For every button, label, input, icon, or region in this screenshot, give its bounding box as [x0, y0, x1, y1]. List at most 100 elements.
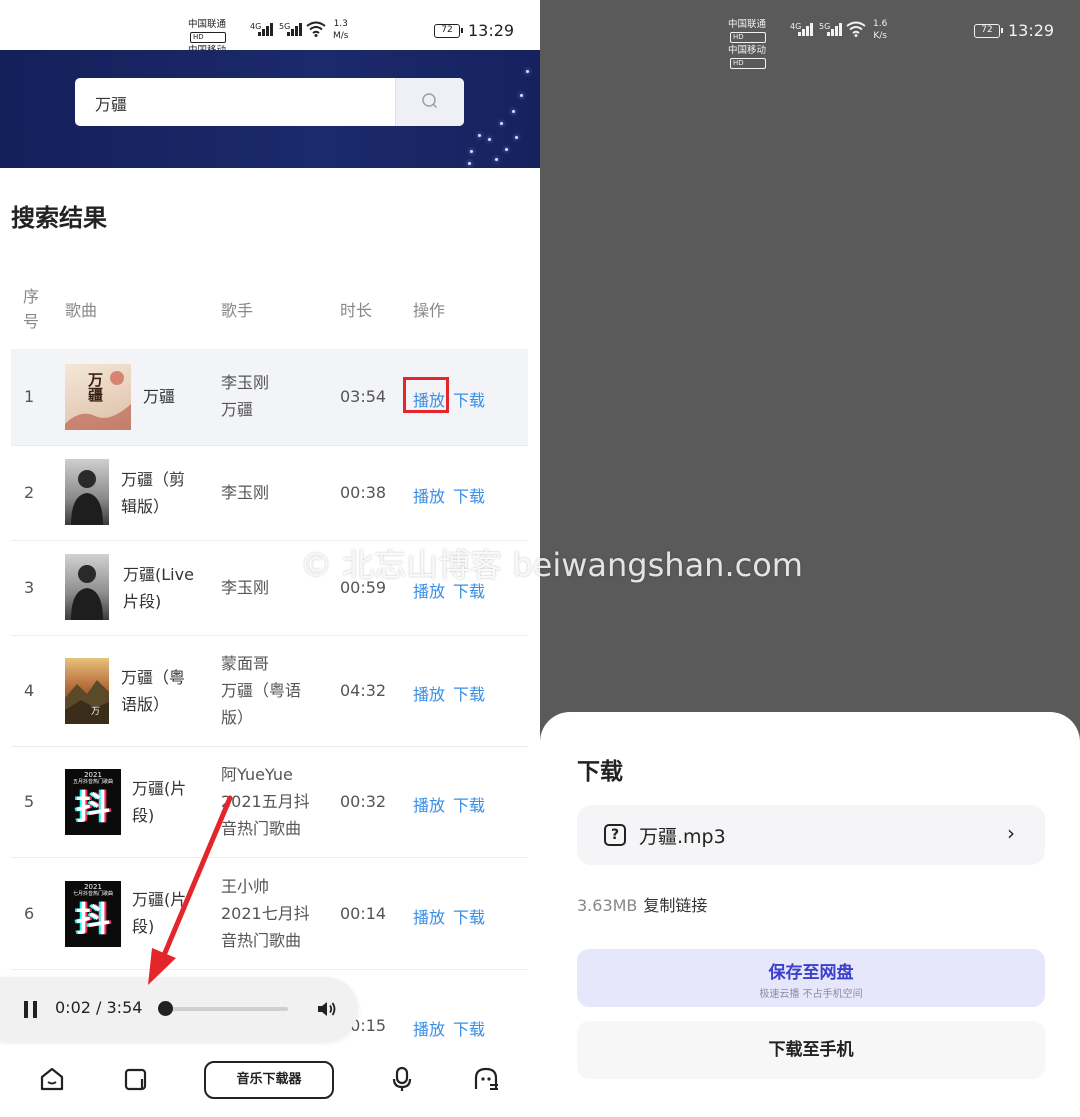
table-row: 1 万疆 万疆 李玉刚 万疆 03:54 播放 下载: [11, 349, 528, 446]
search-box[interactable]: 万疆: [75, 78, 464, 126]
artist-silhouette: [71, 470, 103, 525]
header-action: 操作: [413, 301, 446, 320]
album-cover-year: 2021: [84, 883, 102, 891]
header-song: 歌曲: [65, 301, 98, 320]
carrier-info: 中国联通 HD 中国移动 HD: [728, 17, 767, 69]
download-sheet: 下载 ? 万疆.mp3 › 3.63MB 复制链接 保存至网盘 极速云播 不占手机…: [540, 712, 1080, 1117]
album-cover-title: 万疆: [86, 372, 104, 402]
signal-icon: [827, 22, 845, 36]
play-button[interactable]: 播放: [413, 681, 445, 705]
download-button[interactable]: 下载: [453, 1016, 485, 1040]
hd-badge: HD: [190, 32, 227, 43]
screenshot: 中国联通HD 中国移动HD 4G 5G 1.3M/s 72 13:29: [0, 0, 1080, 1117]
wifi-icon: [846, 21, 866, 37]
duration: 00:32: [340, 792, 387, 811]
carrier-name: 中国联通: [188, 19, 227, 30]
search-icon: [422, 93, 438, 109]
clock: 13:29: [1008, 21, 1055, 40]
song-title: 万疆(Live 片段): [123, 565, 194, 611]
speed-unit: M/s: [333, 31, 349, 41]
page-title: 搜索结果: [11, 204, 107, 232]
home-icon[interactable]: [38, 1065, 66, 1093]
music-downloader-button[interactable]: 音乐下载器: [204, 1061, 334, 1099]
album-cover-year: 2021: [84, 771, 102, 779]
artist-photo: [65, 459, 109, 525]
header-index: 序号: [23, 287, 40, 331]
album-cover-subtitle: 五月抖音热门歌曲: [72, 779, 113, 785]
play-button[interactable]: 播放: [413, 483, 445, 507]
table-row: 5 2021 五月抖音热门歌曲 抖 万疆(片 段) 阿YueYue 2021五月抖音…: [11, 747, 528, 858]
download-button[interactable]: 下载: [453, 681, 485, 705]
header-duration: 时长: [340, 301, 373, 320]
download-button[interactable]: 下载: [453, 387, 485, 411]
progress-track[interactable]: [160, 1007, 288, 1011]
artist-silhouette: [71, 565, 103, 620]
download-button[interactable]: 下载: [453, 904, 485, 928]
song-title: 万疆（粤 语版）: [121, 668, 186, 714]
table-row: 2 万疆（剪 辑版） 李玉刚 00:38 播放 下载: [11, 446, 528, 541]
search-input[interactable]: 万疆: [95, 91, 127, 115]
play-button[interactable]: 播放: [413, 904, 445, 928]
header-singer: 歌手: [221, 301, 254, 320]
download-button[interactable]: 下载: [453, 792, 485, 816]
hd-badge: HD: [730, 32, 767, 43]
copy-link-button[interactable]: 复制链接: [643, 896, 707, 915]
table-row: 4 万 万疆（粤 语版） 蒙面哥 万疆（粤语 版） 04:32 播放 下载: [11, 636, 528, 747]
watermark: © 北忘山博客 beiwangshan.com: [300, 546, 803, 584]
table-header: 序号 歌曲 歌手 时长 操作: [11, 280, 528, 348]
speed-value: 1.6: [873, 19, 888, 29]
file-size: 3.63MB: [577, 896, 638, 915]
clock: 13:29: [468, 21, 515, 40]
download-to-phone-button[interactable]: 下载至手机: [577, 1021, 1045, 1079]
duration: 00:14: [340, 904, 387, 923]
singer-name: 蒙面哥 万疆（粤语 版）: [221, 654, 302, 727]
album-cover-subtitle: 七月抖音热门歌曲: [72, 891, 113, 897]
signal-icon: [798, 22, 816, 36]
save-to-cloud-button[interactable]: 保存至网盘 极速云播 不占手机空间: [577, 949, 1045, 1007]
album-art: [65, 680, 109, 724]
carrier-name: 中国联通: [728, 19, 767, 30]
duration: 04:32: [340, 681, 387, 700]
tabs-icon[interactable]: [122, 1065, 150, 1093]
play-button[interactable]: 播放: [413, 792, 445, 816]
battery-icon: 72: [974, 24, 1003, 38]
volume-icon[interactable]: [316, 999, 338, 1019]
battery-icon: 72: [434, 24, 463, 38]
file-item[interactable]: ? 万疆.mp3 ›: [577, 805, 1045, 865]
red-arrow-annotation: [148, 795, 233, 985]
carrier-name: 中国移动: [728, 45, 767, 56]
song-title: 万疆: [143, 387, 176, 406]
album-cover-char: 抖: [76, 788, 110, 828]
status-bar: 中国联通HD 中国移动HD 4G 5G 1.3M/s 72 13:29: [0, 0, 540, 69]
unknown-file-icon: ?: [604, 824, 626, 846]
duration: 00:38: [340, 483, 387, 502]
pause-icon[interactable]: [24, 1001, 38, 1018]
speed-value: 1.3: [333, 19, 348, 29]
download-button[interactable]: 下载: [453, 483, 485, 507]
row-number: 2: [24, 483, 35, 502]
play-button[interactable]: 播放: [413, 1016, 445, 1040]
album-cover: 2021 七月抖音热门歌曲 抖: [65, 881, 121, 947]
singer-name: 李玉刚: [221, 483, 270, 502]
microphone-icon[interactable]: [388, 1065, 416, 1093]
chevron-right-icon: ›: [1007, 821, 1015, 845]
save-to-cloud-label: 保存至网盘: [768, 963, 854, 983]
wifi-icon: [306, 21, 326, 37]
row-number: 4: [24, 681, 35, 700]
search-button[interactable]: [395, 78, 464, 126]
album-cover: 2021 五月抖音热门歌曲 抖: [65, 769, 121, 835]
playback-time: 0:02 / 3:54: [55, 998, 143, 1017]
file-name: 万疆.mp3: [639, 826, 726, 848]
artist-photo: [65, 554, 109, 620]
network-speed: 1.6 K/s: [873, 18, 887, 42]
row-number: 6: [24, 904, 35, 923]
progress-thumb[interactable]: [157, 1001, 173, 1016]
network-speed: 1.3 M/s: [333, 18, 349, 42]
assistant-icon[interactable]: [472, 1065, 500, 1093]
sheet-title: 下载: [577, 759, 623, 785]
highlight-box: [403, 377, 449, 413]
signal-icon: [287, 22, 305, 36]
signal-icon: [258, 22, 276, 36]
status-bar: 中国联通 HD 中国移动 HD 4G 5G 1.6 K/s 72 13:29: [540, 0, 1080, 69]
album-cover-char: 抖: [76, 900, 110, 940]
